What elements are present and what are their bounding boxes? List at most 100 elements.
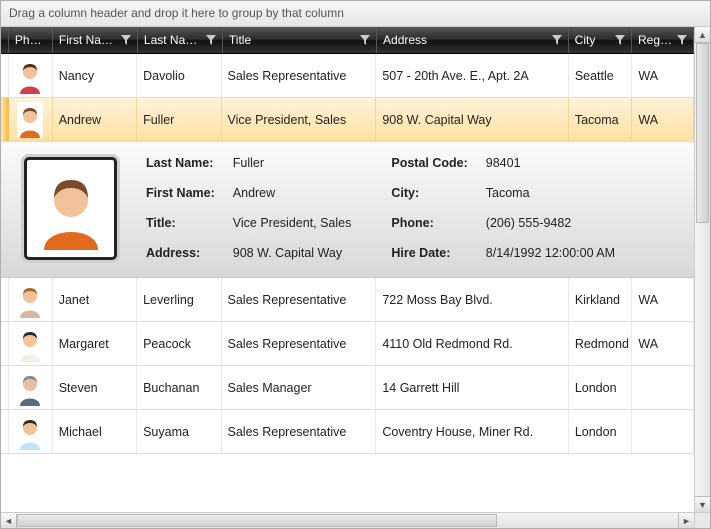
column-header-label: Last Name: [144, 33, 202, 47]
row-indicator-header: [1, 27, 9, 53]
cell-city: London: [569, 410, 633, 453]
row-indicator: [1, 278, 9, 321]
cell-address: 507 - 20th Ave. E., Apt. 2A: [376, 54, 569, 97]
detail-label-last: Last Name:: [146, 156, 215, 170]
column-header-photo[interactable]: Photo: [9, 27, 53, 53]
cell-title: Sales Representative: [222, 278, 377, 321]
avatar: [17, 58, 43, 94]
avatar: [17, 326, 43, 362]
avatar: [17, 282, 43, 318]
table-row[interactable]: MichaelSuyamaSales RepresentativeCoventr…: [1, 410, 694, 454]
row-detail-panel: Last Name: Fuller First Name: Andrew Title: V…: [1, 142, 694, 278]
column-header-label: City: [575, 33, 611, 47]
cell-first-name: Andrew: [53, 98, 137, 141]
detail-value-city: Tacoma: [486, 186, 615, 200]
filter-icon[interactable]: [677, 35, 687, 45]
detail-avatar: [36, 168, 106, 250]
cell-city: Tacoma: [569, 98, 633, 141]
column-header-last-name[interactable]: Last Name: [138, 27, 223, 53]
row-indicator: [1, 54, 9, 97]
chevron-down-icon: ▼: [698, 500, 707, 510]
row-indicator: [1, 98, 9, 141]
column-header-label: Region: [638, 33, 673, 47]
row-indicator: [1, 410, 9, 453]
table-row[interactable]: AndrewFullerVice President, Sales908 W. …: [1, 98, 694, 142]
detail-value-last: Fuller: [233, 156, 352, 170]
scroll-up-button[interactable]: ▲: [695, 27, 710, 43]
vertical-scroll-thumb[interactable]: [696, 43, 709, 223]
cell-region: [632, 410, 694, 453]
column-header-label: Address: [383, 33, 548, 47]
detail-value-title: Vice President, Sales: [233, 216, 352, 230]
horizontal-scroll-track[interactable]: [17, 513, 678, 528]
detail-columns: Last Name: Fuller First Name: Andrew Title: V…: [146, 156, 615, 261]
detail-col-left: Last Name: Fuller First Name: Andrew Title: V…: [146, 156, 351, 261]
cell-last-name: Leverling: [137, 278, 221, 321]
column-header-title[interactable]: Title: [223, 27, 377, 53]
detail-value-address: 908 W. Capital Way: [233, 246, 352, 260]
cell-address: 908 W. Capital Way: [376, 98, 569, 141]
cell-photo: [9, 54, 53, 97]
grid-viewport: Photo First Name Last Name Title Address…: [1, 27, 694, 512]
chevron-right-icon: ►: [682, 516, 691, 526]
horizontal-scroll-thumb[interactable]: [17, 514, 497, 527]
detail-photo-frame: [23, 156, 118, 261]
cell-title: Sales Representative: [222, 410, 377, 453]
filter-icon[interactable]: [615, 35, 625, 45]
detail-value-first: Andrew: [233, 186, 352, 200]
cell-region: WA: [632, 278, 694, 321]
cell-photo: [9, 98, 53, 141]
table-row[interactable]: JanetLeverlingSales Representative722 Mo…: [1, 278, 694, 322]
scroll-left-button[interactable]: ◄: [1, 514, 17, 529]
column-header-first-name[interactable]: First Name: [53, 27, 138, 53]
cell-last-name: Buchanan: [137, 366, 221, 409]
vertical-scroll-track[interactable]: [695, 43, 710, 496]
cell-first-name: Margaret: [53, 322, 137, 365]
cell-photo: [9, 322, 53, 365]
avatar: [17, 370, 43, 406]
cell-title: Vice President, Sales: [222, 98, 377, 141]
detail-label-phone: Phone:: [391, 216, 467, 230]
column-header-city[interactable]: City: [569, 27, 632, 53]
table-row[interactable]: StevenBuchananSales Manager14 Garrett Hi…: [1, 366, 694, 410]
table-row[interactable]: MargaretPeacockSales Representative4110 …: [1, 322, 694, 366]
cell-title: Sales Representative: [222, 322, 377, 365]
avatar: [17, 414, 43, 450]
detail-label-first: First Name:: [146, 186, 215, 200]
detail-label-title: Title:: [146, 216, 215, 230]
cell-address: 4110 Old Redmond Rd.: [376, 322, 569, 365]
column-header-label: Title: [229, 33, 356, 47]
cell-photo: [9, 410, 53, 453]
chevron-left-icon: ◄: [4, 516, 13, 526]
filter-icon[interactable]: [206, 35, 216, 45]
cell-photo: [9, 366, 53, 409]
column-header-region[interactable]: Region: [632, 27, 694, 53]
filter-icon[interactable]: [121, 35, 131, 45]
column-header-address[interactable]: Address: [377, 27, 569, 53]
vertical-scrollbar[interactable]: ▲ ▼: [694, 27, 710, 512]
horizontal-scrollbar[interactable]: ◄ ►: [1, 512, 694, 528]
detail-label-city: City:: [391, 186, 467, 200]
scroll-right-button[interactable]: ►: [678, 513, 694, 528]
scroll-down-button[interactable]: ▼: [695, 496, 710, 512]
cell-region: WA: [632, 54, 694, 97]
filter-icon[interactable]: [360, 35, 370, 45]
table-row[interactable]: NancyDavolioSales Representative507 - 20…: [1, 54, 694, 98]
filter-icon[interactable]: [552, 35, 562, 45]
cell-city: Seattle: [569, 54, 633, 97]
row-indicator: [1, 366, 9, 409]
group-by-bar[interactable]: Drag a column header and drop it here to…: [1, 1, 710, 27]
detail-label-postal: Postal Code:: [391, 156, 467, 170]
column-header-label: First Name: [59, 33, 117, 47]
detail-value-phone: (206) 555-9482: [486, 216, 615, 230]
cell-first-name: Michael: [53, 410, 137, 453]
cell-city: London: [569, 366, 633, 409]
cell-first-name: Janet: [53, 278, 137, 321]
cell-last-name: Davolio: [137, 54, 221, 97]
cell-address: 722 Moss Bay Blvd.: [376, 278, 569, 321]
cell-region: WA: [632, 322, 694, 365]
rows-container: NancyDavolioSales Representative507 - 20…: [1, 54, 694, 454]
column-header-row: Photo First Name Last Name Title Address…: [1, 27, 694, 54]
row-indicator: [1, 322, 9, 365]
cell-last-name: Fuller: [137, 98, 221, 141]
